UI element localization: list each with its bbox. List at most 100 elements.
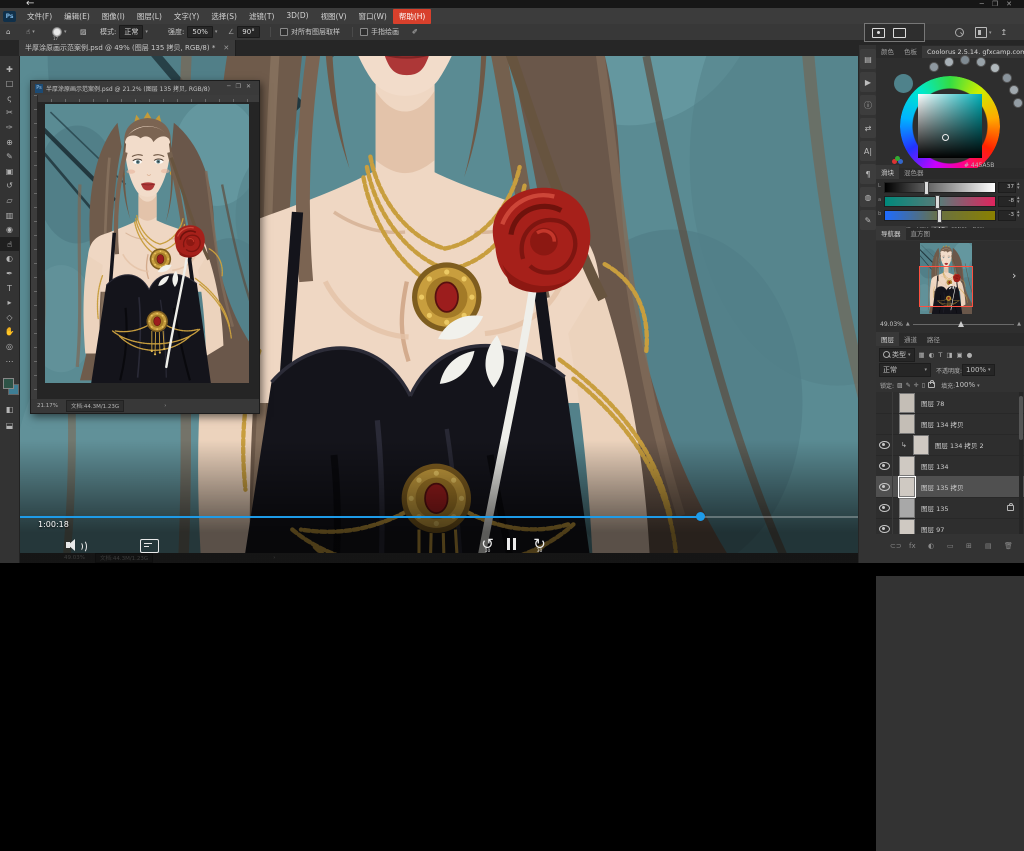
slider-value[interactable]: -8 [998, 196, 1016, 207]
floating-document-window[interactable]: Ps 半厚涂原画示范案例.psd @ 21.2% (图层 135 拷贝, RGB… [30, 80, 260, 414]
fw-status-arrow-icon[interactable]: › [164, 403, 166, 409]
screen-mode-icon[interactable]: ⬓ [0, 418, 19, 432]
brush-preset-picker[interactable]: 17▾ [52, 24, 67, 40]
minimize-icon[interactable]: ─ [980, 0, 992, 8]
fw-minimize-icon[interactable]: ─ [227, 83, 236, 90]
fill-value[interactable]: 100%▾ [955, 381, 980, 389]
history-color-dot[interactable] [929, 62, 939, 72]
eyedropper-tool[interactable]: ✑ [0, 120, 19, 134]
pen-tool[interactable]: ✒ [0, 266, 19, 280]
layer-row[interactable]: 图层 135 拷贝 [876, 476, 1024, 498]
tab-layers[interactable]: 图层 [876, 332, 899, 346]
layers-footer-icon-5[interactable]: ▤ [985, 542, 992, 550]
filter-toggle-icon[interactable]: ● [967, 351, 973, 359]
menu-item-2[interactable]: 图像(I) [96, 9, 131, 24]
layer-row[interactable]: 图层 134 [876, 455, 1024, 477]
visibility-toggle[interactable] [876, 455, 893, 476]
adjustment-filter-icon[interactable]: ◐ [929, 351, 935, 359]
lasso-tool[interactable]: ς [0, 91, 19, 105]
lock-paint-icon[interactable]: ✎ [906, 382, 911, 389]
fw-restore-icon[interactable]: ❐ [236, 83, 246, 90]
history-color-dot[interactable] [1009, 85, 1019, 95]
visibility-toggle[interactable] [876, 434, 893, 455]
clone-stamp-tool[interactable]: ▣ [0, 164, 19, 178]
home-icon[interactable]: ⌂ [6, 24, 10, 40]
menu-item-5[interactable]: 选择(S) [205, 9, 243, 24]
tab-channels[interactable]: 通道 [899, 332, 922, 346]
menu-item-7[interactable]: 3D(D) [280, 9, 314, 24]
healing-tool[interactable]: ⊕ [0, 135, 19, 149]
close-icon[interactable]: ✕ [1006, 0, 1020, 8]
back-arrow-icon[interactable]: ← [26, 0, 34, 9]
info-panel-icon[interactable]: ⓘ [860, 95, 876, 115]
strength-select[interactable]: 强度:50%▾ [168, 24, 217, 40]
crop-tool[interactable]: ✂ [0, 106, 19, 120]
tab-paths[interactable]: 路径 [922, 332, 945, 346]
marquee-tool[interactable]: □ [0, 77, 19, 91]
smudge-tool[interactable]: ☝ [0, 237, 19, 251]
filter-type-select[interactable]: 类型▾ [879, 348, 915, 362]
sample-all-layers-checkbox[interactable]: 对所有图层取样 [280, 24, 340, 40]
layer-name[interactable]: 图层 135 [921, 503, 948, 513]
history-color-dot[interactable] [944, 57, 954, 67]
blend-mode-select[interactable]: 正常▾ [879, 363, 931, 377]
zoom-in-icon[interactable]: ▲ [1017, 321, 1021, 327]
navigator-zoom-value[interactable]: 49.03% [880, 321, 903, 328]
menu-item-8[interactable]: 视图(V) [315, 9, 353, 24]
zoom-tool[interactable]: ◎ [0, 339, 19, 353]
layer-thumbnail[interactable] [899, 393, 915, 413]
character-panel-icon[interactable]: A| [860, 141, 876, 161]
tab-color[interactable]: 颜色 [876, 44, 899, 58]
layer-name[interactable]: 图层 78 [921, 398, 944, 408]
floating-window-titlebar[interactable]: Ps 半厚涂原画示范案例.psd @ 21.2% (图层 135 拷贝, RGB… [31, 81, 259, 95]
tab-swatches[interactable]: 色板 [899, 44, 922, 58]
pressure-toggle-icon[interactable]: ✐ [412, 24, 418, 40]
lab-slider-b[interactable]: b-3▴▾ [878, 210, 1022, 220]
rewind-10-button[interactable]: ↺10 [479, 536, 496, 553]
properties-panel-icon[interactable]: ⇄ [860, 118, 876, 138]
visibility-toggle[interactable] [876, 413, 893, 434]
quick-mask-icon[interactable]: ◧ [0, 402, 19, 416]
menu-item-0[interactable]: 文件(F) [21, 9, 58, 24]
layer-thumbnail[interactable] [899, 414, 915, 434]
eraser-tool[interactable]: ▱ [0, 193, 19, 207]
layers-footer-icon-0[interactable]: ⊂⊃ [890, 542, 902, 550]
tab-navigator[interactable]: 导航器 [876, 226, 906, 240]
close-tab-icon[interactable]: ✕ [223, 44, 229, 52]
tab-coolorus[interactable]: Coolorus 2.5.14. gfxcamp.com [922, 46, 1024, 58]
document-tab[interactable]: 半厚涂原画示范案例.psd @ 49% (图层 135 拷贝, RGB/8) *… [19, 40, 236, 56]
tab-sliders[interactable]: 滑块 [876, 165, 899, 179]
tab-histogram[interactable]: 直方图 [906, 226, 936, 240]
visibility-toggle[interactable] [876, 476, 893, 497]
history-brush-tool[interactable]: ↺ [0, 179, 19, 193]
paragraph-panel-icon[interactable]: ¶ [860, 164, 876, 184]
visibility-toggle[interactable] [876, 497, 893, 518]
cast-screen-icon[interactable] [872, 28, 885, 38]
layer-row[interactable]: ↳图层 134 拷贝 2 [876, 434, 1024, 456]
current-color-swatch[interactable] [894, 74, 913, 93]
menu-item-3[interactable]: 图层(L) [131, 9, 168, 24]
pause-button[interactable] [507, 538, 516, 550]
zoom-slider-thumb[interactable] [958, 321, 964, 327]
path-select-tool[interactable]: ▸ [0, 296, 19, 310]
status-arrow-icon[interactable]: › [273, 555, 275, 561]
history-color-dot[interactable] [960, 55, 970, 65]
layer-thumbnail[interactable] [899, 519, 915, 535]
menu-item-9[interactable]: 窗口(W) [353, 9, 393, 24]
move-tool[interactable]: ✚ [0, 62, 19, 76]
history-panel-icon[interactable]: ▤ [860, 49, 876, 69]
history-color-dot[interactable] [1002, 73, 1012, 83]
lock-transparency-icon[interactable]: ▨ [897, 382, 903, 389]
smartobject-filter-icon[interactable]: ▣ [956, 351, 962, 359]
navigator-zoom-slider[interactable] [913, 324, 1014, 325]
layers-footer-icon-1[interactable]: fx [909, 542, 916, 550]
layer-name[interactable]: 图层 134 拷贝 [921, 419, 964, 429]
gradient-tool[interactable]: ▥ [0, 208, 19, 222]
zoom-value[interactable]: 49.03% [64, 555, 85, 561]
lock-move-icon[interactable]: ✛ [914, 382, 919, 389]
brush-settings-panel-icon[interactable]: ✎ [860, 210, 876, 230]
pixel-filter-icon[interactable]: ▦ [919, 351, 925, 359]
type-filter-icon[interactable]: T [938, 351, 942, 359]
share-icon[interactable]: ↥ [1001, 28, 1008, 37]
menu-item-1[interactable]: 编辑(E) [58, 9, 96, 24]
